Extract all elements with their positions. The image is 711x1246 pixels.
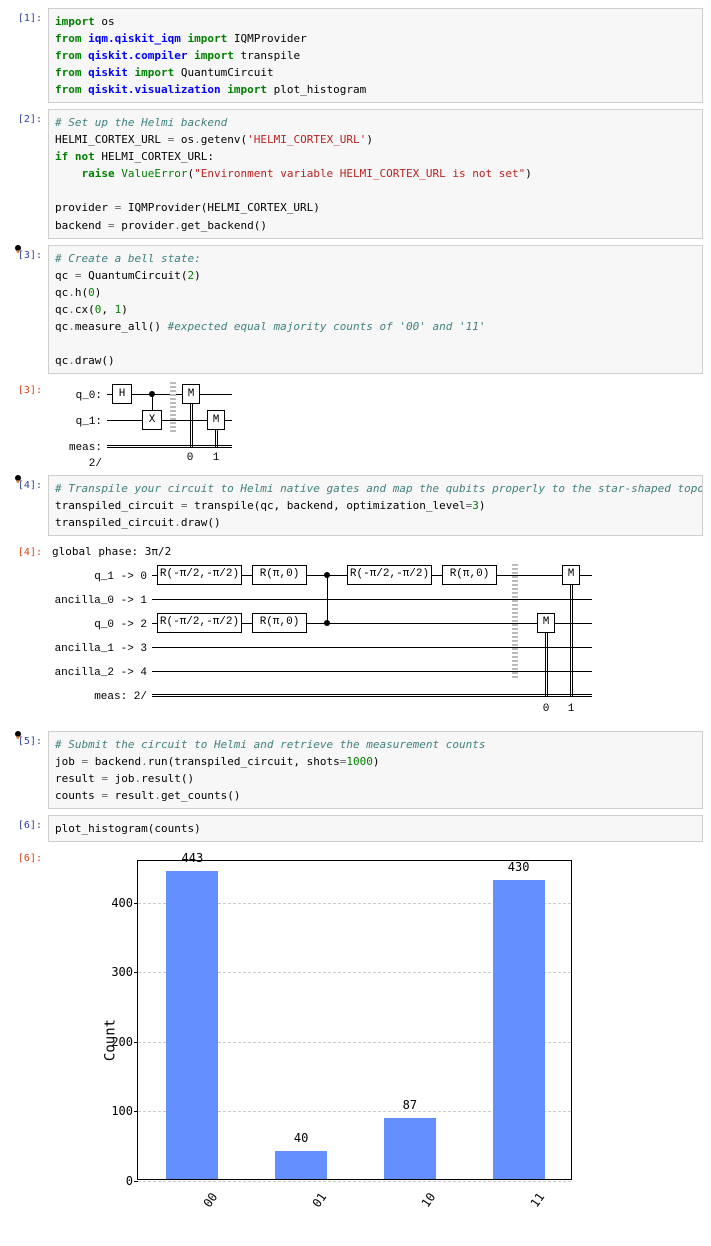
prompt-in: [1]:: [8, 8, 48, 103]
code-input[interactable]: # Submit the circuit to Helmi and retrie…: [48, 731, 703, 809]
histogram-plot: Count 0100200300400443004001871043011: [48, 848, 703, 1232]
prompt-out: [4]:: [8, 542, 48, 725]
prompt-in: •[5]:: [8, 731, 48, 809]
code-input[interactable]: # Transpile your circuit to Helmi native…: [48, 475, 703, 536]
code-cell-3: •[3]: # Create a bell state: qc = Quantu…: [8, 245, 703, 374]
prompt-out: [6]:: [8, 848, 48, 1232]
code-input[interactable]: plot_histogram(counts): [48, 815, 703, 842]
bar-00: [166, 871, 218, 1179]
prompt-in: •[3]:: [8, 245, 48, 374]
circuit-diagram-large: global phase: 3π/2 q_1 -> 0 ancilla_0 ->…: [48, 542, 703, 725]
code-input[interactable]: # Set up the Helmi backend HELMI_CORTEX_…: [48, 109, 703, 238]
circuit-diagram-small: q_0: q_1: meas: 2/ H X M M 0 1: [48, 380, 703, 469]
code-input[interactable]: import os from iqm.qiskit_iqm import IQM…: [48, 8, 703, 103]
bar-10: [384, 1118, 436, 1179]
output-cell-4: [4]: global phase: 3π/2 q_1 -> 0 ancilla…: [8, 542, 703, 725]
output-cell-3: [3]: q_0: q_1: meas: 2/ H X M M 0 1: [8, 380, 703, 469]
bar-11: [493, 880, 545, 1179]
code-cell-1: [1]: import os from iqm.qiskit_iqm impor…: [8, 8, 703, 103]
prompt-out: [3]:: [8, 380, 48, 469]
prompt-in: •[4]:: [8, 475, 48, 536]
code-cell-4: •[4]: # Transpile your circuit to Helmi …: [8, 475, 703, 536]
bar-01: [275, 1151, 327, 1179]
prompt-in: [6]:: [8, 815, 48, 842]
output-cell-6: [6]: Count 01002003004004430040018710430…: [8, 848, 703, 1232]
code-cell-5: •[5]: # Submit the circuit to Helmi and …: [8, 731, 703, 809]
code-cell-6: [6]: plot_histogram(counts): [8, 815, 703, 842]
code-cell-2: [2]: # Set up the Helmi backend HELMI_CO…: [8, 109, 703, 238]
prompt-in: [2]:: [8, 109, 48, 238]
code-input[interactable]: # Create a bell state: qc = QuantumCircu…: [48, 245, 703, 374]
